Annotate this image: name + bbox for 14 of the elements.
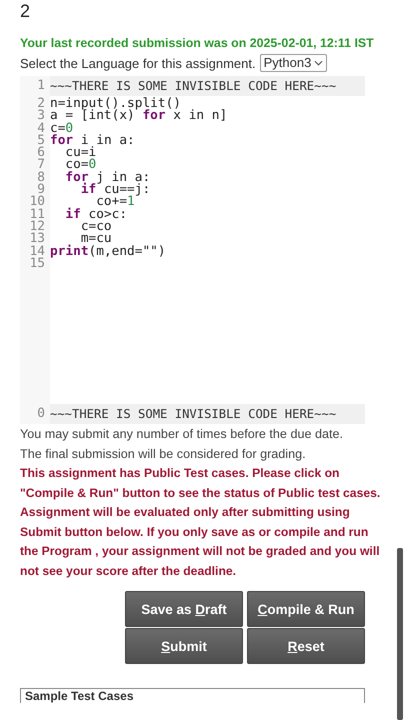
warning-text: This assignment has Public Test cases. Please click on "Compile & Run" button to see the status of Public test cases. Assignment will be evaluated only after submitting using Submit button below. If you only save as or compile and run the Program , your assignment will not be graded and you will not see your score after the deadline. xyxy=(20,465,382,580)
scrollbar-thumb[interactable] xyxy=(397,548,403,720)
info-text: You may submit any number of times before the due date. xyxy=(20,426,344,443)
submission-notice: Your last recorded submission was on 2025-02-01, 12:11 IST xyxy=(20,35,375,52)
action-button[interactable]: Save as Draft xyxy=(125,591,243,627)
action-button[interactable]: Compile & Run xyxy=(247,591,365,627)
info-text: The final submission will be considered for grading. xyxy=(20,446,307,463)
action-button[interactable]: Submit xyxy=(125,628,243,664)
action-button[interactable]: Reset xyxy=(247,628,365,664)
sample-heading: Sample Test Cases xyxy=(20,688,365,703)
caret-icon xyxy=(314,60,324,66)
language-dropdown[interactable]: Python3 xyxy=(260,54,328,72)
language-label: Select the Language for this assignment. xyxy=(20,56,256,70)
question-number: 2 xyxy=(20,0,32,22)
